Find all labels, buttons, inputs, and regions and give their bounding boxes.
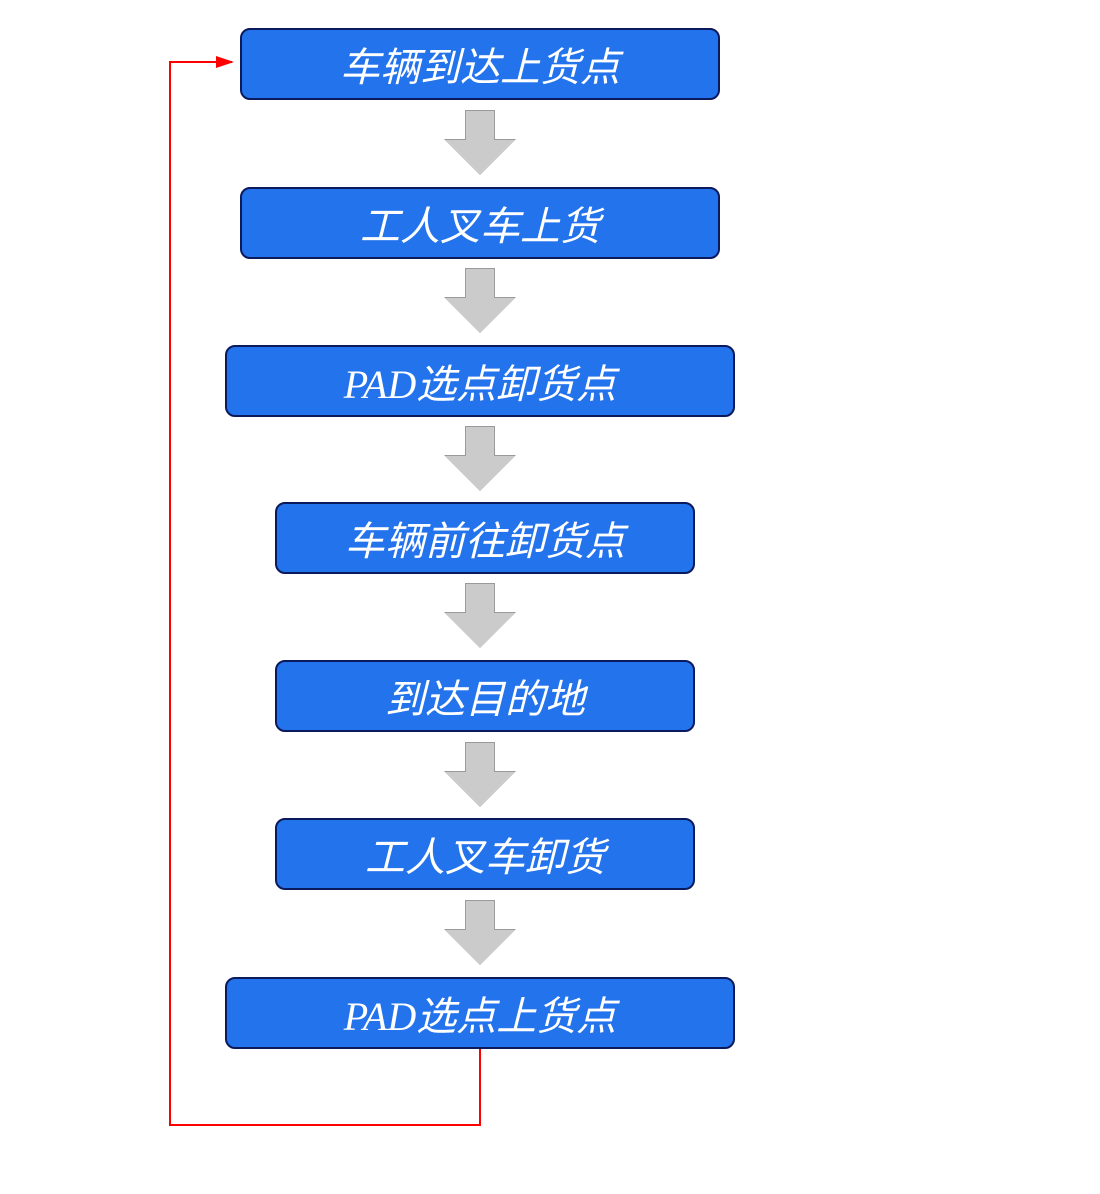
step-box-5: 到达目的地 — [275, 660, 695, 732]
step-label: PAD选点卸货点 — [344, 352, 617, 410]
step-label: PAD选点上货点 — [344, 984, 617, 1042]
step-label: 工人叉车上货 — [360, 194, 600, 252]
arrow-icon — [445, 742, 515, 807]
step-box-3: PAD选点卸货点 — [225, 345, 735, 417]
flowchart-container: 车辆到达上货点 工人叉车上货 PAD选点卸货点 车辆前往卸货点 到达目的地 工人… — [0, 0, 1100, 1194]
arrow-icon — [445, 900, 515, 965]
step-box-4: 车辆前往卸货点 — [275, 502, 695, 574]
arrow-icon — [445, 583, 515, 648]
step-label: 车辆前往卸货点 — [345, 509, 625, 567]
step-label: 车辆到达上货点 — [340, 35, 620, 93]
arrow-icon — [445, 426, 515, 491]
step-box-7: PAD选点上货点 — [225, 977, 735, 1049]
arrow-icon — [445, 110, 515, 175]
arrow-icon — [445, 268, 515, 333]
step-box-6: 工人叉车卸货 — [275, 818, 695, 890]
step-label: 工人叉车卸货 — [365, 825, 605, 883]
step-box-1: 车辆到达上货点 — [240, 28, 720, 100]
step-label: 到达目的地 — [385, 667, 585, 725]
step-box-2: 工人叉车上货 — [240, 187, 720, 259]
